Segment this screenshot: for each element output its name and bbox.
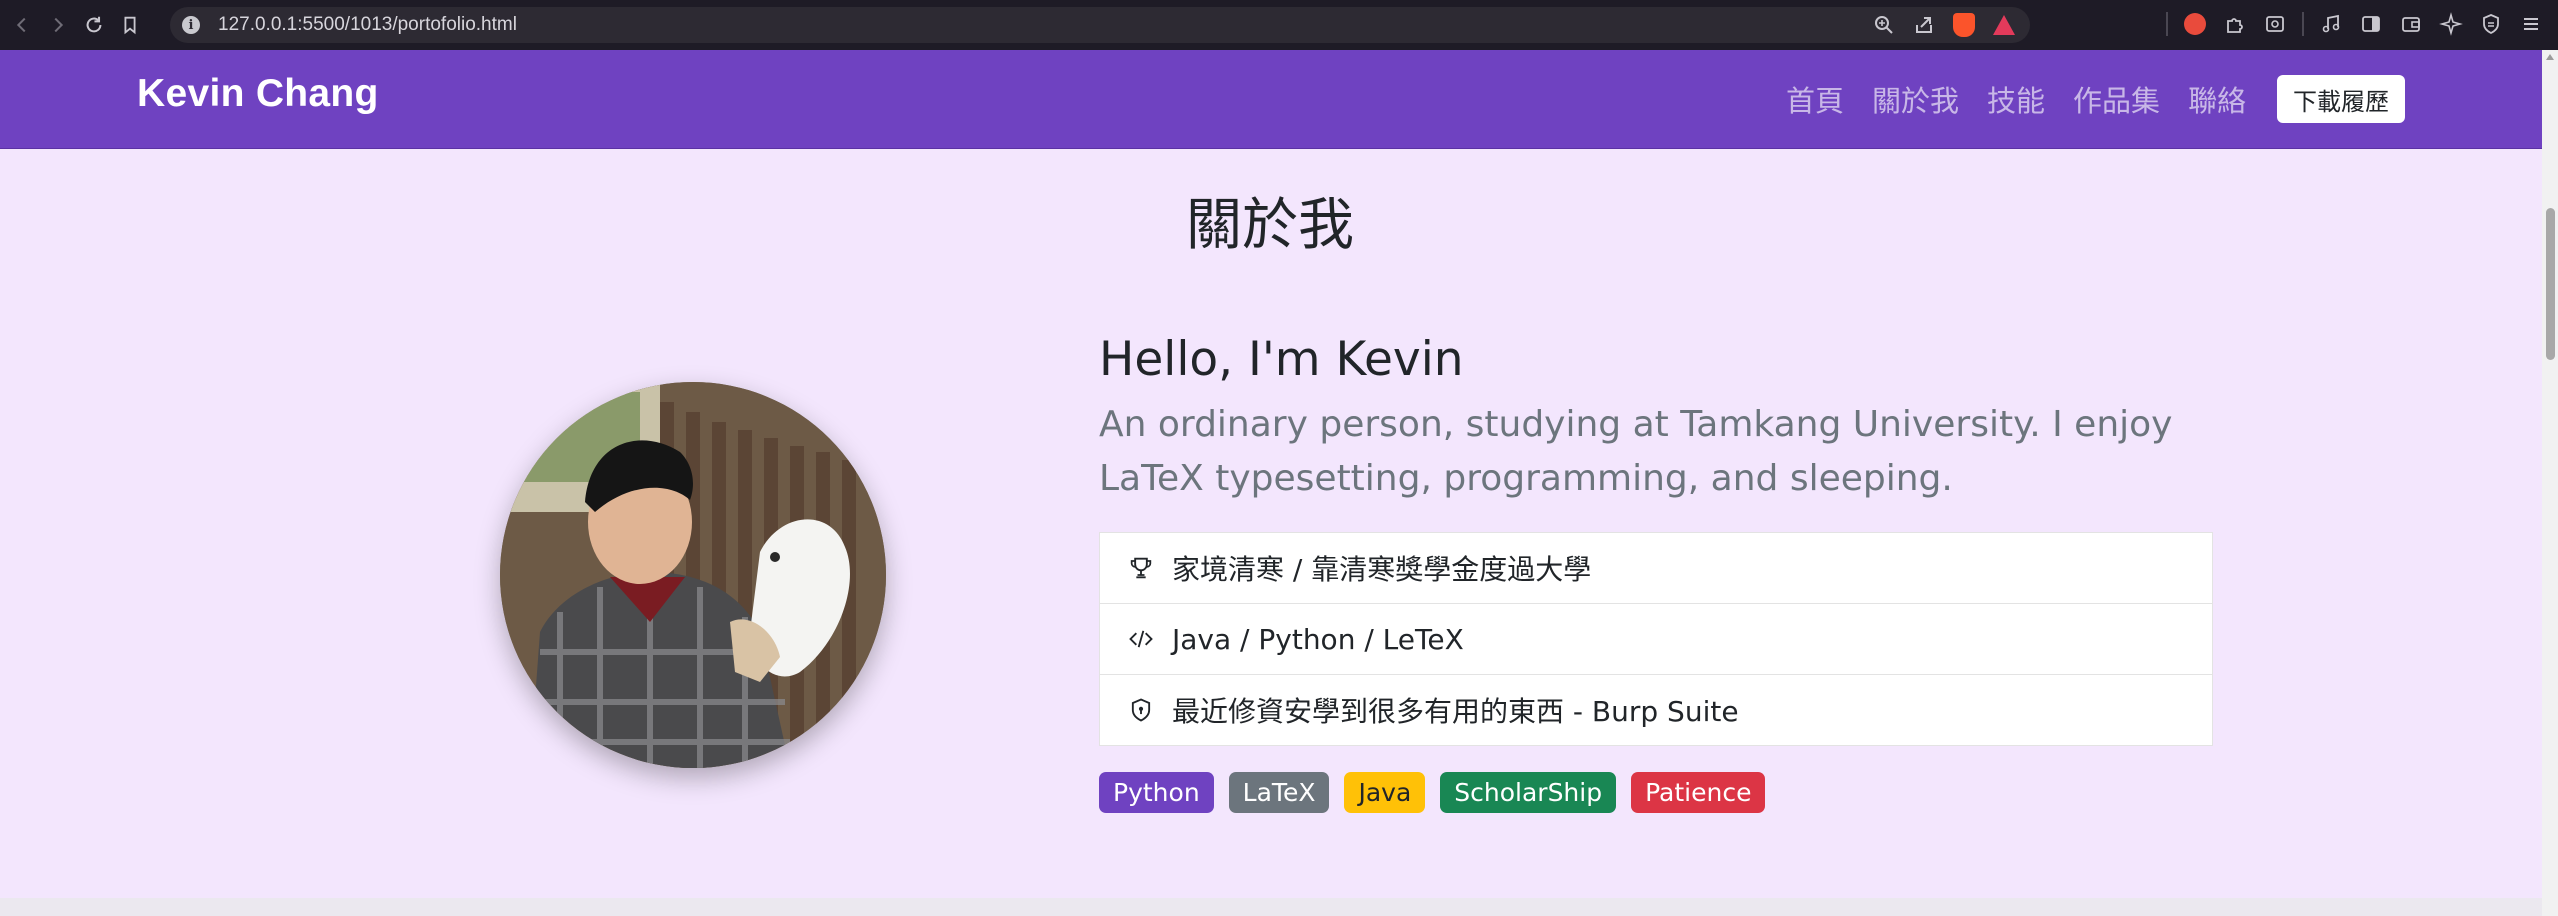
skill-badges: Python LaTeX Java ScholarShip Patience [1099, 772, 1766, 813]
list-item: 最近修資安學到很多有用的東西 - Burp Suite [1100, 675, 2212, 745]
brand-logo[interactable]: Kevin Chang [137, 72, 379, 116]
list-item: Java / Python / LeTeX [1100, 604, 2212, 675]
list-item-text: 家境清寒 / 靠清寒獎學金度過大學 [1172, 553, 1592, 586]
trophy-icon [1126, 553, 1156, 583]
url-text[interactable]: 127.0.0.1:5500/1013/portofolio.html [218, 14, 517, 36]
scroll-up-icon[interactable] [2546, 54, 2554, 60]
code-icon [1126, 624, 1156, 654]
greeting-heading: Hello, I'm Kevin [1099, 332, 1464, 387]
forward-icon[interactable] [44, 11, 72, 39]
music-icon[interactable] [2318, 11, 2344, 37]
back-icon[interactable] [8, 11, 36, 39]
nav-link-contact[interactable]: 聯絡 [2188, 78, 2246, 120]
reload-icon[interactable] [80, 11, 108, 39]
nav-links: 首頁 關於我 技能 作品集 聯絡 [1786, 78, 2246, 120]
brave-rewards-icon[interactable] [1992, 13, 2016, 37]
badge-scholarship: ScholarShip [1440, 772, 1617, 813]
scrollbar-thumb[interactable] [2546, 208, 2555, 360]
nav-link-skills[interactable]: 技能 [1987, 78, 2045, 120]
sidebar-icon[interactable] [2358, 11, 2384, 37]
site-navbar: Kevin Chang 首頁 關於我 技能 作品集 聯絡 下載履歷 [0, 50, 2542, 149]
extensions-tray [2166, 11, 2544, 37]
browser-toolbar: i 127.0.0.1:5500/1013/portofolio.html [0, 0, 2558, 50]
badge-patience: Patience [1631, 772, 1766, 813]
brave-shields-icon[interactable] [1952, 13, 1976, 37]
toolbar-separator [2166, 12, 2168, 36]
share-icon[interactable] [1912, 13, 1936, 37]
badge-java: Java [1344, 772, 1426, 813]
next-section-edge [0, 898, 2542, 916]
wallet-icon[interactable] [2398, 11, 2424, 37]
address-bar[interactable]: i 127.0.0.1:5500/1013/portofolio.html [170, 7, 2030, 43]
nav-link-about[interactable]: 關於我 [1872, 78, 1959, 120]
badge-python: Python [1099, 772, 1214, 813]
leo-ai-icon[interactable] [2438, 11, 2464, 37]
section-title: 關於我 [1186, 193, 1354, 258]
extensions-puzzle-icon[interactable] [2222, 11, 2248, 37]
zoom-icon[interactable] [1872, 13, 1896, 37]
profile-photo [500, 382, 886, 768]
toolbar-separator [2302, 12, 2304, 36]
bookmark-icon[interactable] [116, 11, 144, 39]
screenshot-icon[interactable] [2262, 11, 2288, 37]
intro-text: An ordinary person, studying at Tamkang … [1099, 404, 2173, 499]
menu-icon[interactable] [2518, 11, 2544, 37]
shield-icon [1126, 695, 1156, 725]
download-resume-button[interactable]: 下載履歷 [2277, 75, 2405, 123]
nav-link-home[interactable]: 首頁 [1786, 78, 1844, 120]
nav-link-portfolio[interactable]: 作品集 [2073, 78, 2160, 120]
extension-red-icon[interactable] [2182, 11, 2208, 37]
info-list: 家境清寒 / 靠清寒獎學金度過大學 Java / Python / LeTeX … [1099, 532, 2213, 746]
badge-latex: LaTeX [1228, 772, 1330, 813]
vpn-shield-icon[interactable] [2478, 11, 2504, 37]
list-item-text: 最近修資安學到很多有用的東西 - Burp Suite [1172, 695, 1739, 728]
list-item-text: Java / Python / LeTeX [1172, 622, 1464, 656]
site-info-icon[interactable]: i [182, 16, 200, 34]
page-scrollbar[interactable] [2542, 50, 2558, 916]
list-item: 家境清寒 / 靠清寒獎學金度過大學 [1100, 533, 2212, 604]
